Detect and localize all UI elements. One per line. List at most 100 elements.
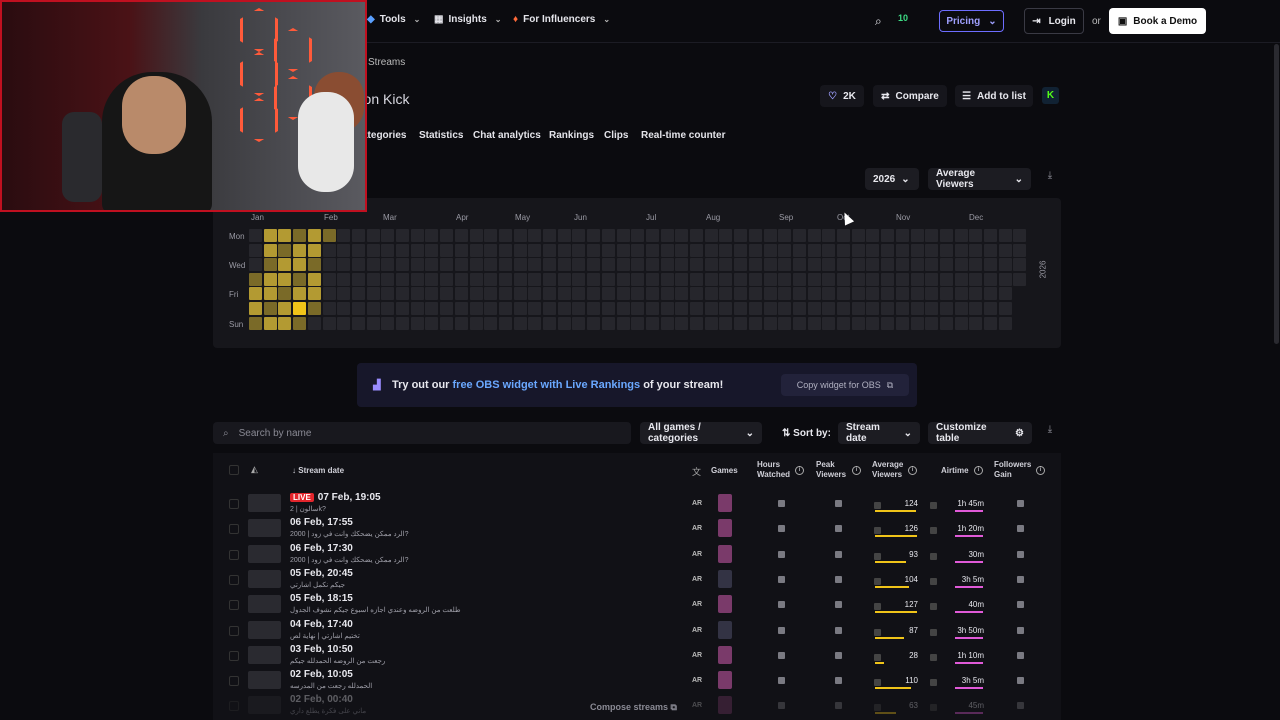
heatmap-cell[interactable] — [351, 287, 365, 301]
heatmap-cell[interactable] — [587, 258, 601, 272]
customize-table-button[interactable]: Customize table ⚙ — [928, 422, 1032, 444]
heatmap-cell[interactable] — [851, 243, 865, 257]
heatmap-cell[interactable] — [881, 287, 895, 301]
heatmap-cell[interactable] — [925, 287, 939, 301]
heatmap-cell[interactable] — [660, 258, 674, 272]
metric-select[interactable]: Average Viewers ⌄ — [928, 168, 1031, 190]
heatmap-cell[interactable] — [660, 272, 674, 286]
heatmap-cell[interactable] — [807, 302, 821, 315]
heatmap-cell[interactable] — [263, 258, 277, 272]
heatmap-cell[interactable] — [895, 272, 909, 286]
heatmap-cell[interactable] — [587, 302, 601, 315]
heatmap-cell[interactable] — [719, 258, 733, 272]
heatmap-cell[interactable] — [513, 316, 527, 330]
heatmap-cell[interactable] — [778, 258, 792, 272]
heatmap-cell[interactable] — [278, 243, 292, 257]
heatmap-cell[interactable] — [307, 229, 321, 242]
row-checkbox[interactable] — [229, 701, 239, 712]
heatmap-cell[interactable] — [351, 229, 365, 242]
heatmap-cell[interactable] — [543, 243, 556, 257]
heatmap-cell[interactable] — [998, 316, 1012, 330]
heatmap-cell[interactable] — [381, 316, 395, 330]
heatmap-cell[interactable] — [734, 229, 748, 242]
heatmap-cell[interactable] — [939, 258, 953, 272]
heatmap-cell[interactable] — [440, 302, 454, 315]
heatmap-cell[interactable] — [454, 302, 468, 315]
game-thumbnail[interactable] — [718, 494, 732, 512]
heatmap-cell[interactable] — [410, 258, 424, 272]
heatmap-cell[interactable] — [572, 287, 586, 301]
heatmap-cell[interactable] — [675, 287, 689, 301]
heatmap-cell[interactable] — [249, 243, 262, 257]
obs-widget-link[interactable]: free OBS widget with Live Rankings — [453, 379, 641, 391]
heatmap-cell[interactable] — [572, 316, 586, 330]
row-checkbox[interactable] — [229, 524, 239, 535]
stream-date[interactable]: 05 Feb, 20:45 — [290, 568, 353, 579]
heatmap-cell[interactable] — [454, 229, 468, 242]
heatmap-cell[interactable] — [807, 243, 821, 257]
heatmap-cell[interactable] — [998, 287, 1012, 301]
heatmap-cell[interactable] — [763, 272, 777, 286]
heatmap-cell[interactable] — [763, 316, 777, 330]
heatmap-cell[interactable] — [396, 316, 409, 330]
heatmap-cell[interactable] — [954, 316, 968, 330]
heatmap-cell[interactable] — [866, 302, 880, 315]
heatmap-cell[interactable] — [410, 272, 424, 286]
heatmap-cell[interactable] — [969, 243, 983, 257]
heatmap-cell[interactable] — [895, 258, 909, 272]
tab-real-time-counter[interactable]: Real-time counter — [641, 130, 725, 141]
heatmap-cell[interactable] — [778, 287, 792, 301]
stream-date[interactable]: 06 Feb, 17:55 — [290, 517, 353, 528]
heatmap-cell[interactable] — [528, 316, 542, 330]
row-checkbox[interactable] — [229, 499, 239, 509]
heatmap-cell[interactable] — [337, 272, 351, 286]
heatmap-cell[interactable] — [557, 229, 571, 242]
stream-date[interactable]: 05 Feb, 18:15 — [290, 593, 353, 604]
heatmap-cell[interactable] — [631, 229, 645, 242]
stream-date[interactable]: 02 Feb, 00:40 — [290, 694, 353, 705]
heatmap-cell[interactable] — [910, 316, 924, 330]
heatmap-cell[interactable] — [601, 258, 615, 272]
game-thumbnail[interactable] — [718, 696, 732, 715]
heatmap-cell[interactable] — [954, 272, 968, 286]
heatmap-cell[interactable] — [719, 272, 733, 286]
heatmap-cell[interactable] — [249, 258, 262, 272]
heatmap-cell[interactable] — [675, 302, 689, 315]
heatmap-cell[interactable] — [249, 229, 262, 242]
heatmap-cell[interactable] — [866, 316, 880, 330]
heatmap-cell[interactable] — [410, 287, 424, 301]
heatmap-cell[interactable] — [557, 287, 571, 301]
heatmap-cell[interactable] — [939, 243, 953, 257]
heatmap-cell[interactable] — [249, 302, 262, 315]
stream-date[interactable]: LIVE 07 Feb, 19:05 — [290, 492, 381, 503]
heatmap-cell[interactable] — [719, 287, 733, 301]
heatmap-cell[interactable] — [469, 287, 483, 301]
heatmap-cell[interactable] — [866, 258, 880, 272]
heatmap-cell[interactable] — [851, 272, 865, 286]
heatmap-cell[interactable] — [748, 302, 762, 315]
heatmap-cell[interactable] — [440, 316, 454, 330]
heatmap-cell[interactable] — [366, 243, 380, 257]
heatmap-cell[interactable] — [498, 229, 512, 242]
heatmap-cell[interactable] — [425, 272, 439, 286]
heatmap-cell[interactable] — [748, 287, 762, 301]
row-checkbox[interactable] — [229, 676, 239, 687]
heatmap-cell[interactable] — [307, 287, 321, 301]
heatmap-cell[interactable] — [998, 302, 1012, 315]
heatmap-cell[interactable] — [690, 287, 703, 301]
heatmap-cell[interactable] — [322, 316, 336, 330]
heatmap-cell[interactable] — [998, 243, 1012, 257]
heatmap-cell[interactable] — [307, 243, 321, 257]
heatmap-cell[interactable] — [792, 287, 806, 301]
heatmap-cell[interactable] — [690, 302, 703, 315]
heatmap-cell[interactable] — [351, 302, 365, 315]
heatmap-cell[interactable] — [601, 287, 615, 301]
heatmap-cell[interactable] — [498, 272, 512, 286]
heatmap-cell[interactable] — [572, 302, 586, 315]
info-icon[interactable]: i — [852, 466, 861, 475]
heatmap-cell[interactable] — [881, 302, 895, 315]
like-button[interactable]: ♡ 2K — [820, 85, 864, 107]
heatmap-cell[interactable] — [939, 229, 953, 242]
heatmap-cell[interactable] — [322, 287, 336, 301]
heatmap-cell[interactable] — [998, 272, 1012, 286]
